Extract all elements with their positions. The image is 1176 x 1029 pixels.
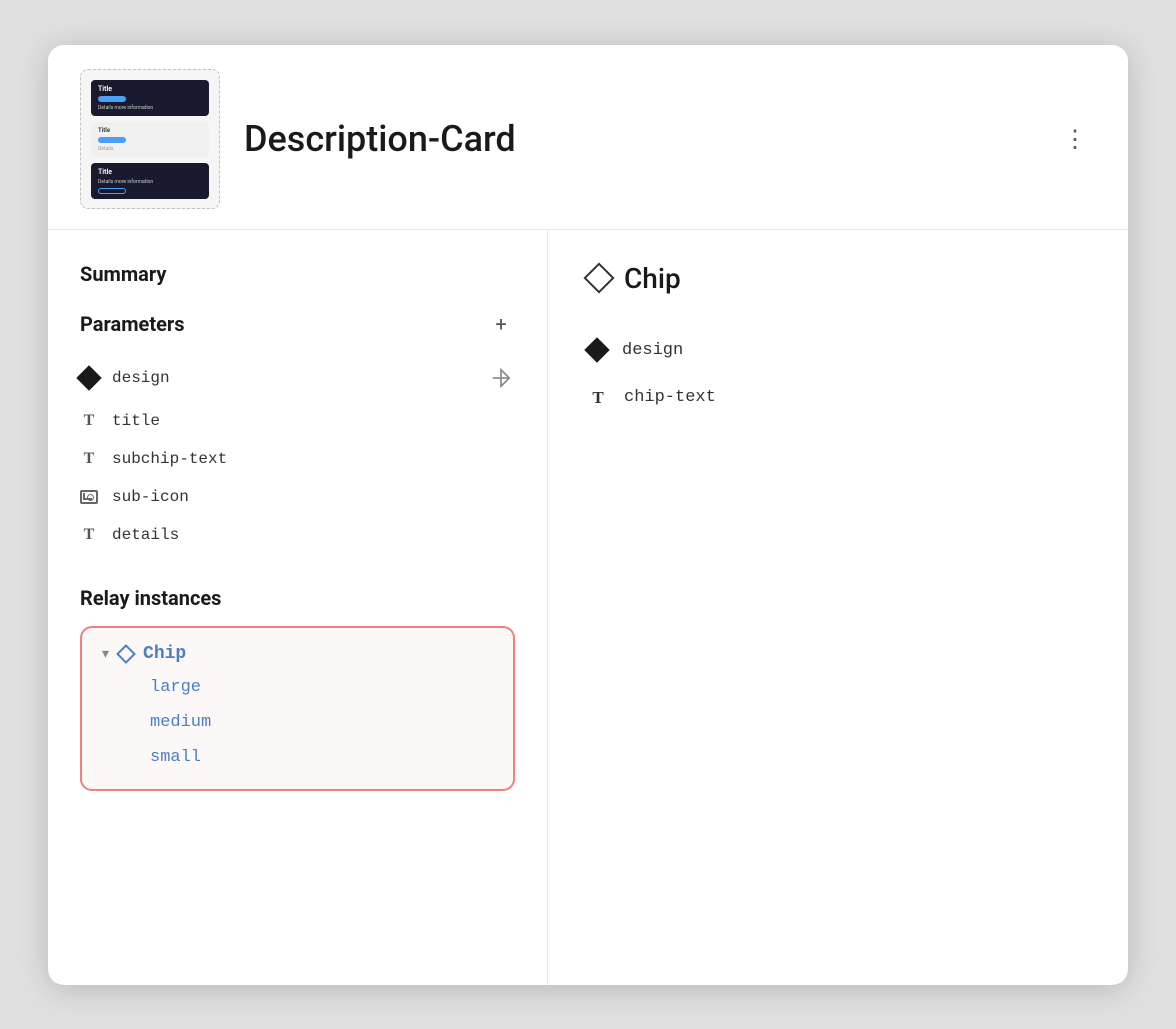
param-sub-icon[interactable]: sub-icon (80, 478, 515, 516)
left-panel: Summary Parameters + design (48, 230, 548, 985)
param-details[interactable]: T details (80, 516, 515, 554)
right-chip-header: Chip (588, 262, 1088, 295)
page-title: Description-Card (244, 118, 1031, 160)
header: Title Details more information Title Det… (48, 45, 1128, 230)
relay-sub-item-large[interactable]: large (150, 672, 493, 703)
right-panel: Chip design T chip-text (548, 230, 1128, 985)
relay-sub-item-small[interactable]: small (150, 742, 493, 773)
relay-sub-item-medium[interactable]: medium (150, 707, 493, 738)
relay-chip-label: Chip (143, 644, 186, 664)
parameters-header: Parameters + (80, 310, 515, 338)
param-title[interactable]: T title (80, 402, 515, 440)
text-icon: T (80, 412, 98, 430)
right-param-design[interactable]: design (588, 327, 1088, 374)
param-label-design: design (112, 369, 170, 387)
chevron-down-icon: ▾ (102, 646, 109, 662)
parameters-list: design T title T (80, 354, 515, 554)
relay-instances-heading: Relay instances (80, 586, 515, 610)
right-text-icon: T (588, 388, 608, 408)
param-label-details: details (112, 526, 515, 544)
relay-sub-items-list: large medium small (102, 672, 493, 773)
summary-heading: Summary (80, 262, 515, 286)
text-icon: T (80, 450, 98, 468)
param-label-subchip-text: subchip-text (112, 450, 515, 468)
add-parameter-button[interactable]: + (487, 310, 515, 338)
diamond-filled-icon (76, 365, 101, 390)
relay-chip-header[interactable]: ▾ Chip (102, 644, 493, 664)
main-content: Summary Parameters + design (48, 230, 1128, 985)
right-diamond-outline-icon (583, 262, 614, 293)
right-diamond-filled-icon (584, 337, 609, 362)
right-param-label-chip-text: chip-text (624, 388, 716, 407)
relay-chip-box: ▾ Chip large medium small (80, 626, 515, 791)
text-icon: T (80, 526, 98, 544)
thumbnail-preview: Title Details more information Title Det… (80, 69, 220, 209)
param-label-sub-icon: sub-icon (112, 488, 515, 506)
right-param-chip-text[interactable]: T chip-text (588, 374, 1088, 422)
main-card: Title Details more information Title Det… (48, 45, 1128, 985)
param-design[interactable]: design (80, 354, 515, 402)
param-arrow-design[interactable] (487, 364, 515, 392)
param-subchip-text[interactable]: T subchip-text (80, 440, 515, 478)
image-icon (80, 490, 98, 504)
right-params-list: design T chip-text (588, 327, 1088, 422)
relay-diamond-outline-icon (116, 644, 136, 664)
right-param-label-design: design (622, 341, 683, 360)
right-chip-title: Chip (624, 262, 681, 295)
relay-instances-section: Relay instances ▾ Chip large medium smal… (80, 586, 515, 791)
param-label-title: title (112, 412, 515, 430)
more-options-button[interactable]: ⋮ (1055, 121, 1096, 157)
parameters-heading: Parameters (80, 312, 184, 336)
